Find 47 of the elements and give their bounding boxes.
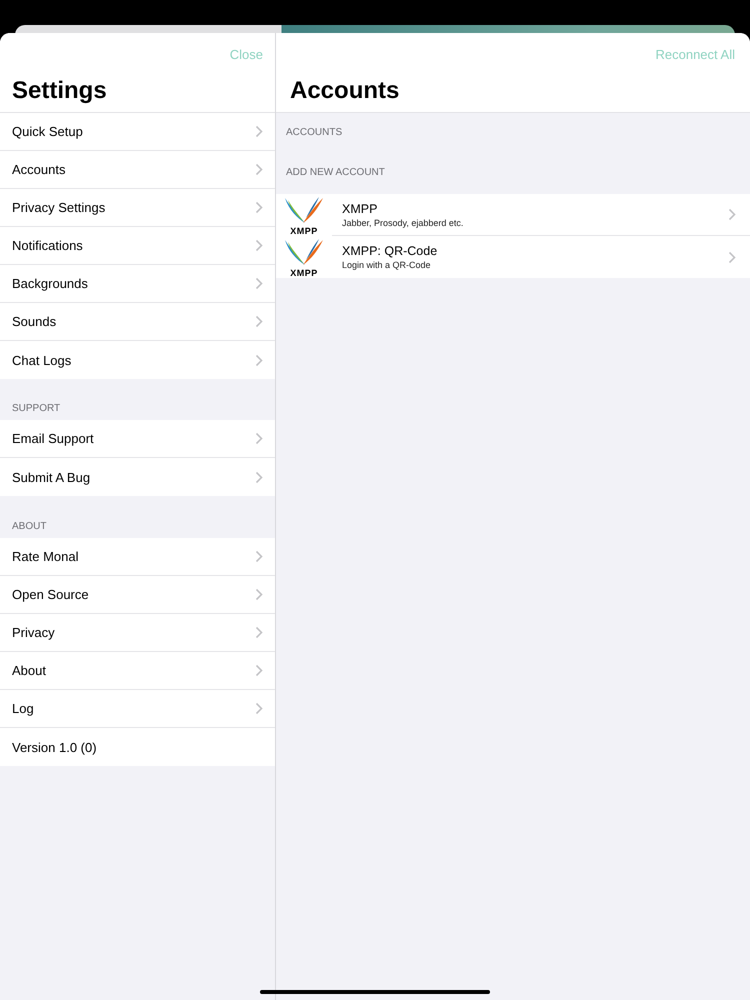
logo-icon <box>283 238 325 268</box>
account-subtitle: Login with a QR-Code <box>342 260 432 270</box>
section-header: ABOUT <box>12 521 46 532</box>
logo-icon <box>283 196 325 226</box>
settings-item[interactable]: Privacy Settings <box>0 189 275 227</box>
chevron-icon <box>255 201 263 214</box>
chevron-icon <box>728 250 736 264</box>
settings-item[interactable]: Submit A Bug <box>0 458 275 496</box>
logo-text: XMPP <box>290 226 318 236</box>
chevron-icon <box>255 239 263 252</box>
account-option[interactable]: XMPP XMPP Jabber, Prosody, ejabberd etc. <box>276 194 750 236</box>
section-header: ADD NEW ACCOUNT <box>286 167 385 178</box>
chevron-icon <box>728 208 736 221</box>
account-subtitle: Jabber, Prosody, ejabberd etc. <box>342 218 464 228</box>
version-row-text: Version 1.0 (0) <box>11 738 98 757</box>
settings-item[interactable]: Sounds <box>0 303 275 341</box>
chevron-icon <box>255 354 263 366</box>
settings-item[interactable]: Email Support <box>0 420 275 458</box>
logo-text: XMPP <box>290 268 318 278</box>
section-header: SUPPORT <box>12 403 60 414</box>
account-title: XMPP: QR-Code <box>342 244 438 258</box>
chevron-icon <box>255 664 263 677</box>
settings-item[interactable]: Notifications <box>0 227 275 265</box>
chevron-icon <box>255 588 263 601</box>
settings-item[interactable]: About <box>0 652 275 690</box>
chevron-icon <box>255 470 263 484</box>
chevron-icon <box>255 550 263 563</box>
settings-item[interactable]: Privacy <box>0 614 275 652</box>
settings-item[interactable]: Open Source <box>0 576 275 614</box>
chevron-icon <box>255 277 263 290</box>
chevron-icon <box>255 125 263 138</box>
account-option[interactable]: XMPP XMPP: QR-Code Login with a QR-Code <box>276 236 750 278</box>
settings-item[interactable]: Accounts <box>0 151 275 189</box>
chevron-icon <box>255 315 263 328</box>
settings-title: Settings <box>0 75 275 113</box>
chevron-icon <box>255 163 263 176</box>
settings-item[interactable]: Log <box>0 690 275 728</box>
accounts-title: Accounts <box>276 75 750 113</box>
settings-item[interactable]: Rate Monal <box>0 538 275 576</box>
settings-item[interactable]: Backgrounds <box>0 265 275 303</box>
settings-item[interactable]: Quick Setup <box>0 113 275 151</box>
settings-item[interactable]: Chat Logs <box>0 341 275 379</box>
account-title: XMPP <box>342 202 378 216</box>
chevron-icon <box>255 432 263 445</box>
chevron-icon <box>255 626 263 639</box>
chevron-icon <box>255 702 263 715</box>
section-header: ACCOUNTS <box>286 127 342 138</box>
